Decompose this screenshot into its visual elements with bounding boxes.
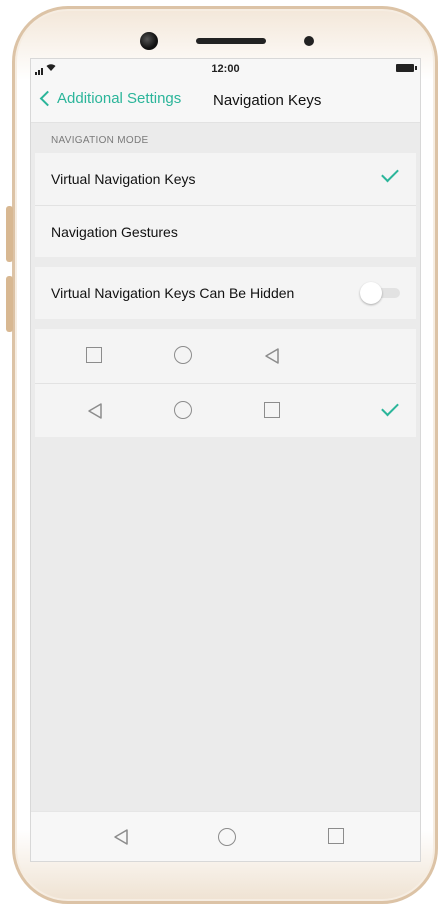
recents-square-icon[interactable] [328,828,344,844]
system-navigation-bar [31,811,420,861]
chevron-left-icon [39,90,56,107]
battery-icon [396,64,417,72]
hide-keys-label: Virtual Navigation Keys Can Be Hidden [51,285,295,301]
earpiece-speaker [196,38,266,44]
option-navigation-gestures[interactable]: Navigation Gestures [35,205,416,257]
hide-keys-row: Virtual Navigation Keys Can Be Hidden [35,267,416,319]
title-bar: Additional Settings Navigation Keys [31,79,420,123]
checkmark-icon [381,164,399,183]
option-label: Navigation Gestures [51,223,178,240]
front-camera [140,32,158,50]
back-triangle-icon [88,403,102,419]
key-layout-option-2[interactable] [35,383,416,437]
hide-keys-toggle[interactable] [360,282,402,304]
back-label: Additional Settings [57,90,182,107]
key-layout-option-1[interactable] [35,329,416,383]
toggle-knob [360,282,382,304]
status-time: 12:00 [211,63,240,75]
back-triangle-icon [265,348,279,364]
square-icon [264,402,280,418]
hide-keys-group: Virtual Navigation Keys Can Be Hidden [35,267,416,319]
option-virtual-navigation-keys[interactable]: Virtual Navigation Keys [35,153,416,205]
section-header-navigation-mode: NAVIGATION MODE [31,123,420,153]
volume-down-button [6,276,13,332]
key-layout-group [35,329,416,437]
proximity-sensor [304,36,314,46]
square-icon [86,347,102,363]
navigation-mode-group: Virtual Navigation Keys Navigation Gestu… [35,153,416,257]
screen: 12:00 Additional Settings Navigation Key… [30,58,421,862]
circle-icon [174,346,192,364]
back-button[interactable]: Additional Settings [39,90,181,107]
volume-up-button [6,206,13,262]
status-bar: 12:00 [31,59,420,79]
home-circle-icon[interactable] [218,828,236,846]
back-triangle-icon[interactable] [112,828,130,846]
page-title: Navigation Keys [213,92,322,109]
checkmark-icon [381,398,399,417]
option-label: Virtual Navigation Keys [51,171,196,187]
circle-icon [174,401,192,419]
